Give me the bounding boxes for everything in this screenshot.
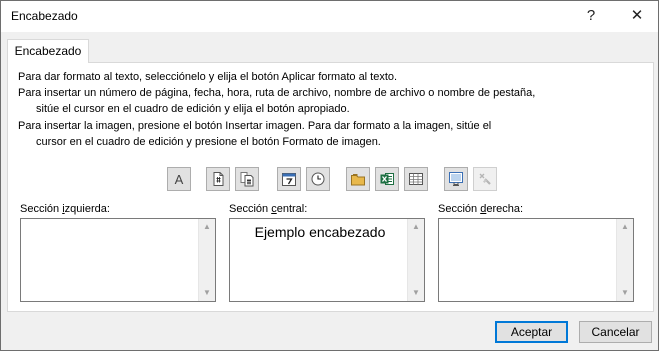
dialog-title: Encabezado	[11, 9, 78, 23]
time-icon	[311, 172, 325, 186]
right-section-label: Sección derecha:	[438, 203, 524, 215]
date-icon	[282, 173, 296, 186]
page-number-icon	[213, 172, 224, 186]
insert-picture-icon	[449, 172, 463, 186]
cancel-button[interactable]: Cancelar	[579, 321, 652, 343]
tab-encabezado[interactable]: Encabezado	[7, 39, 89, 63]
insert-file-name-button[interactable]	[375, 167, 399, 191]
insert-date-button[interactable]	[277, 167, 301, 191]
insert-time-button[interactable]	[306, 167, 330, 191]
left-section-scrollbar[interactable]: ▲ ▼	[198, 219, 215, 301]
scroll-up-icon[interactable]: ▲	[408, 219, 424, 235]
format-text-icon: A	[174, 171, 184, 187]
sheet-name-icon	[409, 173, 423, 185]
page-count-icon	[240, 172, 254, 187]
insert-sheet-name-button[interactable]	[404, 167, 428, 191]
instruction-line-4: Para insertar la imagen, presione el bot…	[18, 120, 492, 132]
close-button[interactable]: ✕	[623, 5, 651, 27]
center-section-label: Sección central:	[229, 203, 308, 215]
insert-page-number-button[interactable]	[206, 167, 230, 191]
format-picture-icon	[479, 173, 491, 185]
file-name-icon	[380, 173, 394, 185]
accept-button[interactable]: Aceptar	[495, 321, 568, 343]
help-button[interactable]: ?	[577, 5, 605, 27]
format-picture-button[interactable]	[473, 167, 497, 191]
format-text-button[interactable]: A	[167, 167, 191, 191]
instruction-line-1: Para dar formato al texto, selecciónelo …	[18, 71, 398, 83]
left-section-editbox[interactable]: ▲ ▼	[20, 218, 216, 302]
instruction-line-5: cursor en el cuadro de edición y presion…	[36, 136, 381, 148]
insert-file-path-button[interactable]	[346, 167, 370, 191]
scroll-down-icon[interactable]: ▼	[617, 285, 633, 301]
scroll-up-icon[interactable]: ▲	[617, 219, 633, 235]
left-section-label: Sección izquierda:	[20, 203, 110, 215]
tab-panel: Para dar formato al texto, selecciónelo …	[7, 62, 654, 312]
instruction-line-2: Para insertar un número de página, fecha…	[18, 87, 536, 99]
center-section-scrollbar[interactable]: ▲ ▼	[407, 219, 424, 301]
right-section-scrollbar[interactable]: ▲ ▼	[616, 219, 633, 301]
header-dialog: Encabezado ? ✕ Encabezado Para dar forma…	[0, 0, 659, 351]
right-section-editbox[interactable]: ▲ ▼	[438, 218, 634, 302]
center-section-editbox[interactable]: Ejemplo encabezado ▲ ▼	[229, 218, 425, 302]
scroll-down-icon[interactable]: ▼	[199, 285, 215, 301]
center-section-text: Ejemplo encabezado	[254, 224, 386, 240]
insert-picture-button[interactable]	[444, 167, 468, 191]
scroll-up-icon[interactable]: ▲	[199, 219, 215, 235]
title-bar: Encabezado ? ✕	[1, 1, 658, 32]
scroll-down-icon[interactable]: ▼	[408, 285, 424, 301]
insert-page-count-button[interactable]	[235, 167, 259, 191]
instruction-line-3: sitúe el cursor en el cuadro de edición …	[36, 103, 350, 115]
file-path-icon	[351, 174, 365, 186]
